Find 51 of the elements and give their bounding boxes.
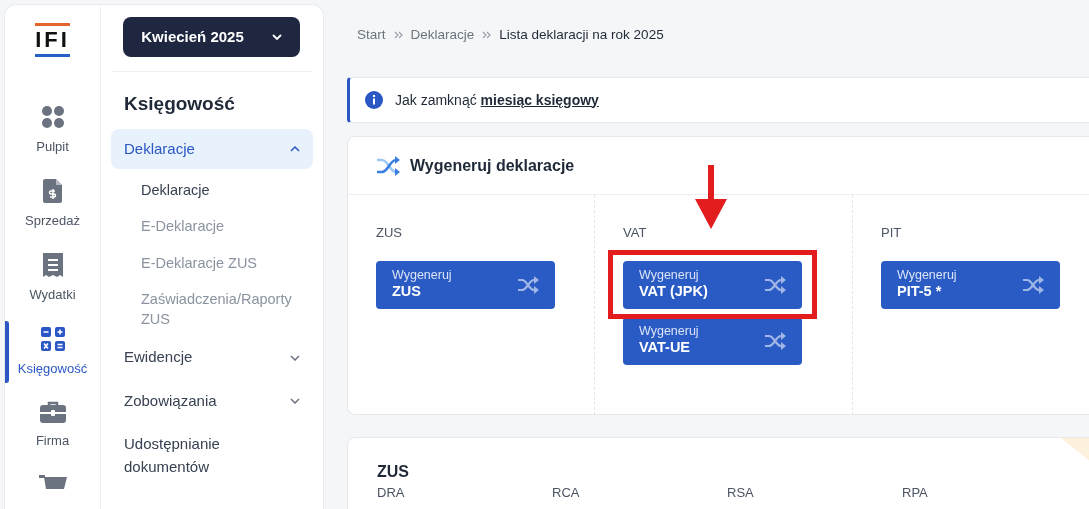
column-heading: RSA — [727, 484, 755, 503]
active-indicator — [5, 321, 9, 383]
section-title: Księgowość — [124, 92, 236, 116]
breadcrumb-link[interactable]: Deklaracje — [410, 24, 475, 46]
info-text: Jak zamknąć miesiąc księgowy — [395, 90, 599, 110]
logo[interactable]: IFI — [35, 23, 70, 57]
briefcase-icon — [39, 401, 66, 423]
generate-button[interactable]: Wygeneruj PIT-5 * — [881, 260, 1060, 309]
column-heading: VAT — [623, 224, 648, 242]
card-title: Wygeneruj deklaracje — [410, 155, 575, 176]
receipt-icon — [42, 253, 63, 277]
shuffle-icon — [376, 155, 400, 176]
column-heading: ZUS — [376, 224, 403, 242]
chevron-down-icon — [290, 354, 300, 361]
generate-button[interactable]: Wygeneruj VAT (JPK) — [623, 260, 802, 309]
generate-button[interactable]: Wygeneruj VAT-UE — [623, 316, 802, 365]
column-heading: DRA — [377, 484, 406, 503]
rail-item[interactable]: Firma — [5, 395, 101, 469]
shuffle-icon — [764, 331, 786, 350]
chevron-down-icon — [290, 398, 300, 405]
help-link[interactable]: miesiąc księgowy — [480, 91, 599, 108]
separator-icon — [393, 31, 403, 39]
chevron-down-icon — [271, 34, 282, 40]
card-title: ZUS — [377, 462, 410, 482]
grid-dots-icon — [40, 105, 65, 129]
rail-item[interactable]: Sprzedaż — [5, 173, 101, 247]
info-icon — [365, 91, 383, 109]
submenu-item[interactable]: Deklaracje — [111, 172, 313, 209]
menu-item[interactable]: Deklaracje — [111, 128, 313, 169]
rail-item[interactable]: Wydatki — [5, 247, 101, 321]
separator-icon — [482, 31, 492, 39]
shuffle-icon — [764, 275, 786, 294]
breadcrumb-current: Lista deklaracji na rok 2025 — [499, 25, 664, 44]
rail-item[interactable]: Pulpit — [5, 99, 101, 173]
generate-button[interactable]: Wygeneruj ZUS — [376, 260, 555, 309]
month-picker[interactable]: Kwiecień 2025 — [123, 17, 300, 57]
menu-item[interactable]: Zobowiązania — [111, 381, 313, 422]
column-heading: PIT — [881, 224, 903, 242]
breadcrumb-link[interactable]: Start — [357, 24, 386, 46]
calculator-icon — [40, 327, 65, 351]
shuffle-icon — [517, 275, 539, 294]
cart-icon[interactable] — [38, 475, 67, 489]
rail-item[interactable]: Księgowość — [5, 321, 101, 395]
column-heading: RPA — [902, 484, 929, 503]
dollar-document-icon — [42, 179, 63, 203]
menu-item[interactable]: Udostępnianie dokumentów — [111, 424, 313, 488]
menu-item[interactable]: Ewidencje — [111, 337, 313, 378]
annotation-arrow — [695, 164, 727, 229]
chevron-up-icon — [290, 145, 300, 152]
shuffle-icon — [1022, 275, 1044, 294]
column-heading: RCA — [552, 484, 581, 503]
